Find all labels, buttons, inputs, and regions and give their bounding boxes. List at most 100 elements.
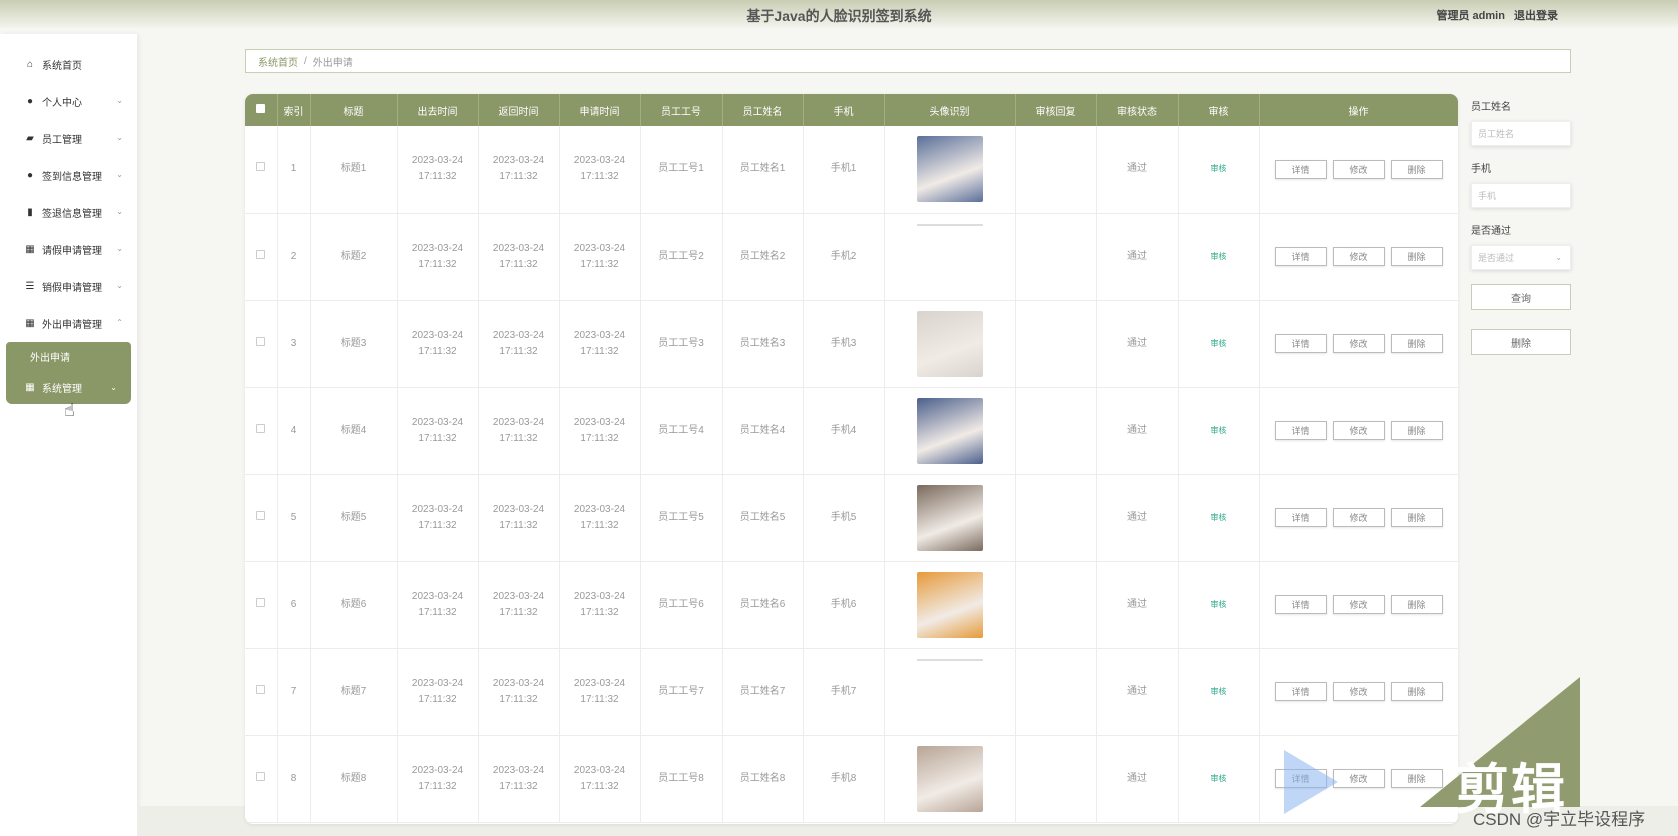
row-apply-time: 2023-03-24 17:11:32: [559, 126, 641, 214]
table-row: 1 标题1 2023-03-24 17:11:32 2023-03-24 17:11:…: [245, 126, 1458, 214]
row-out-time: 2023-03-24 17:11:32: [397, 474, 479, 562]
detail-button[interactable]: 详情: [1274, 682, 1327, 701]
audit-link[interactable]: 审核: [1211, 687, 1227, 696]
avatar-photo: [916, 571, 983, 638]
audit-link[interactable]: 审核: [1211, 600, 1227, 609]
table-header-row: 索引 标题 出去时间 返回时间 申请时间 员工工号 员工姓名 手机 头像识别 审…: [245, 94, 1458, 126]
sidebar-subitem-outing-apply[interactable]: 外出申请: [6, 342, 131, 370]
edit-button[interactable]: 修改: [1332, 508, 1385, 527]
row-actions: 详情 修改 删除: [1259, 213, 1458, 301]
row-checkbox[interactable]: [245, 474, 278, 562]
edit-button[interactable]: 修改: [1332, 595, 1385, 614]
audit-link[interactable]: 审核: [1211, 339, 1227, 348]
emp-name-input[interactable]: 员工姓名: [1471, 121, 1571, 146]
detail-button[interactable]: 详情: [1274, 508, 1327, 527]
sidebar-item-system[interactable]: ▦ 系统管理 ⌄: [6, 370, 131, 404]
chevron-up-icon: ⌃: [116, 318, 123, 327]
row-emp-name: 员工姓名5: [722, 474, 804, 562]
breadcrumb-home[interactable]: 系统首页: [258, 54, 298, 69]
table-row: 2 标题2 2023-03-24 17:11:32 2023-03-24 17:11:…: [245, 213, 1458, 301]
audit-link[interactable]: 审核: [1211, 252, 1227, 261]
chevron-down-icon: ⌄: [116, 96, 123, 105]
row-actions: 详情 修改 删除: [1259, 387, 1458, 475]
sidebar-item-employee[interactable]: ▰ 员工管理 ⌄: [0, 120, 137, 157]
delete-button[interactable]: 删除: [1390, 508, 1443, 527]
row-phone: 手机5: [803, 474, 885, 562]
detail-button[interactable]: 详情: [1274, 247, 1327, 266]
grid-icon: ▦: [25, 244, 35, 255]
detail-button[interactable]: 详情: [1274, 334, 1327, 353]
edit-button[interactable]: 修改: [1332, 159, 1385, 179]
row-title: 标题5: [310, 474, 398, 562]
row-emp-name: 员工姓名7: [722, 648, 804, 736]
col-header: 审核: [1178, 94, 1260, 126]
row-checkbox[interactable]: [245, 648, 278, 736]
pass-select[interactable]: 是否通过 ⌄: [1471, 245, 1571, 270]
row-reply: [1015, 300, 1097, 388]
sidebar-item-personal-center[interactable]: ● 个人中心 ⌄: [0, 83, 137, 120]
grid-icon: ▦: [25, 381, 35, 393]
row-emp-no: 员工工号8: [640, 735, 723, 823]
audit-link[interactable]: 审核: [1211, 164, 1227, 173]
delete-button[interactable]: 删除: [1390, 159, 1443, 179]
sidebar-item-home[interactable]: ⌂ 系统首页: [0, 46, 137, 83]
sidebar-item-signout[interactable]: ▮ 签退信息管理 ⌄: [0, 194, 137, 231]
edit-button[interactable]: 修改: [1332, 334, 1385, 353]
row-audit: 审核: [1178, 213, 1260, 301]
delete-button[interactable]: 删除: [1390, 247, 1443, 266]
detail-button[interactable]: 详情: [1274, 159, 1327, 179]
row-checkbox[interactable]: [245, 213, 278, 301]
sidebar-item-outing[interactable]: ▦ 外出申请管理 ⌃: [0, 305, 137, 342]
row-avatar: [884, 300, 1016, 388]
row-emp-no: 员工工号4: [640, 387, 723, 475]
row-apply-time: 2023-03-24 17:11:32: [559, 300, 641, 388]
row-checkbox[interactable]: [245, 126, 278, 214]
detail-button[interactable]: 详情: [1274, 421, 1327, 440]
row-avatar: [884, 213, 1016, 301]
row-phone: 手机6: [803, 561, 885, 649]
edit-button[interactable]: 修改: [1332, 247, 1385, 266]
audit-link[interactable]: 审核: [1211, 426, 1227, 435]
detail-button[interactable]: 详情: [1274, 595, 1327, 614]
sidebar-item-signin[interactable]: ● 签到信息管理 ⌄: [0, 157, 137, 194]
avatar-photo: [916, 310, 983, 377]
user-icon: ●: [26, 96, 34, 107]
row-apply-time: 2023-03-24 17:11:32: [559, 648, 641, 736]
row-audit: 审核: [1178, 387, 1260, 475]
action-buttons: 详情 修改 删除: [1260, 334, 1458, 353]
row-checkbox[interactable]: [245, 387, 278, 475]
row-emp-name: 员工姓名4: [722, 387, 804, 475]
emp-name-label: 员工姓名: [1471, 102, 1511, 113]
row-apply-time: 2023-03-24 17:11:32: [559, 735, 641, 823]
chart-icon: ▰: [26, 133, 34, 144]
edit-button[interactable]: 修改: [1332, 769, 1385, 788]
row-out-time: 2023-03-24 17:11:32: [397, 561, 479, 649]
row-reply: [1015, 474, 1097, 562]
delete-button[interactable]: 删除: [1390, 334, 1443, 353]
credit-text: CSDN @宇立毕设程序: [1473, 810, 1646, 829]
row-emp-no: 员工工号5: [640, 474, 723, 562]
row-title: 标题7: [310, 648, 398, 736]
row-checkbox[interactable]: [245, 561, 278, 649]
sidebar-item-leave[interactable]: ▦ 请假申请管理 ⌄: [0, 231, 137, 268]
row-emp-no: 员工工号3: [640, 300, 723, 388]
batch-delete-button[interactable]: 删除: [1471, 329, 1571, 355]
row-index: 6: [277, 561, 311, 649]
row-checkbox[interactable]: [245, 300, 278, 388]
search-button[interactable]: 查询: [1471, 284, 1571, 310]
delete-button[interactable]: 删除: [1390, 595, 1443, 614]
audit-link[interactable]: 审核: [1211, 774, 1227, 783]
row-index: 1: [277, 126, 311, 214]
phone-input[interactable]: 手机: [1471, 183, 1571, 208]
select-all-checkbox[interactable]: [245, 94, 278, 126]
row-checkbox[interactable]: [245, 735, 278, 823]
row-title: 标题6: [310, 561, 398, 649]
logout-link[interactable]: 退出登录: [1514, 10, 1558, 22]
edit-button[interactable]: 修改: [1332, 682, 1385, 701]
phone-label: 手机: [1471, 164, 1491, 175]
edit-button[interactable]: 修改: [1332, 421, 1385, 440]
delete-button[interactable]: 删除: [1390, 421, 1443, 440]
row-status: 通过: [1096, 561, 1179, 649]
sidebar-item-cancel-leave[interactable]: ☰ 销假申请管理 ⌄: [0, 268, 137, 305]
audit-link[interactable]: 审核: [1211, 513, 1227, 522]
